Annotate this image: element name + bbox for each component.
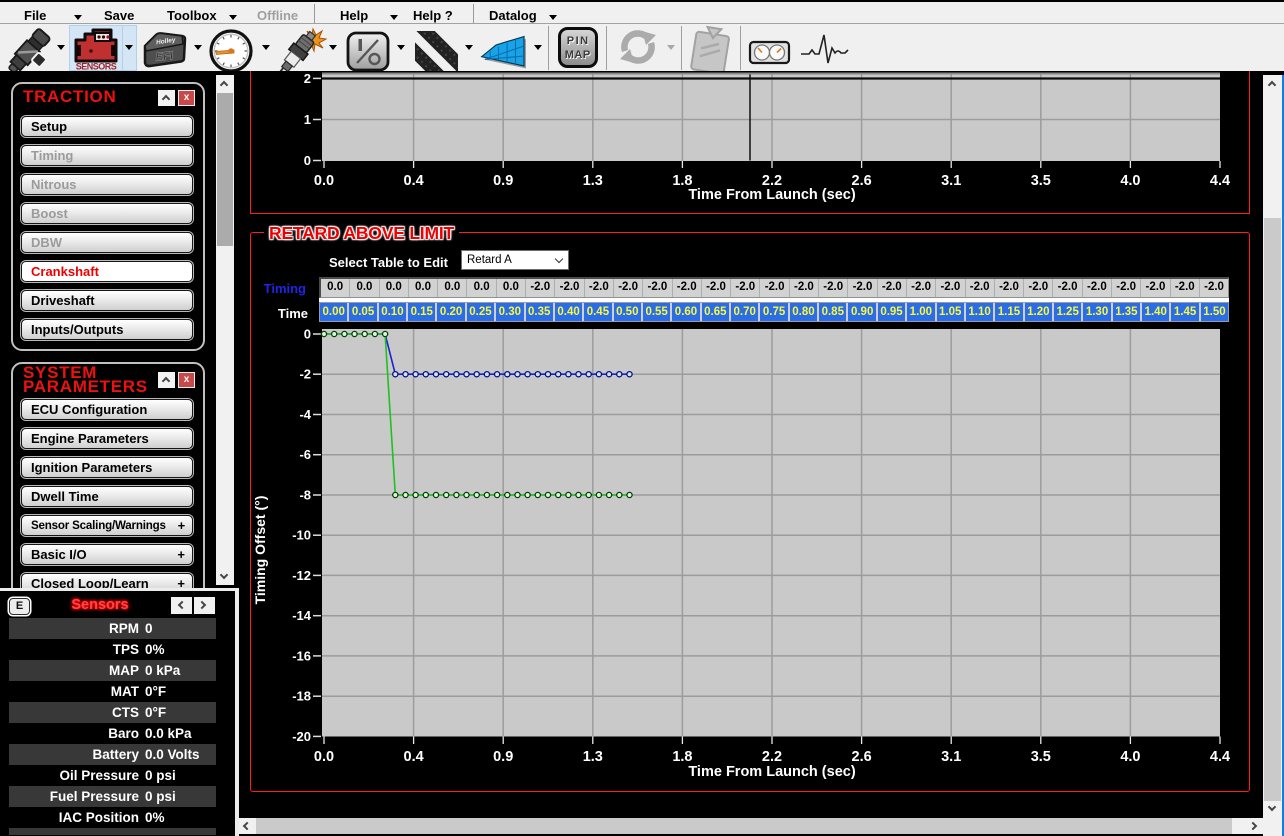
svg-text:-8: -8	[299, 488, 311, 503]
svg-text:1.3: 1.3	[583, 749, 603, 765]
svg-text:0: 0	[304, 153, 311, 168]
svg-text:0.9: 0.9	[493, 749, 513, 765]
svg-text:3.1: 3.1	[941, 749, 961, 765]
svg-text:Time From Launch (sec): Time From Launch (sec)	[688, 764, 855, 780]
svg-text:0: 0	[304, 327, 311, 342]
svg-text:4.4: 4.4	[1210, 749, 1230, 765]
svg-text:EFI: EFI	[155, 50, 175, 64]
svg-text:-2: -2	[299, 367, 311, 382]
svg-text:0.0: 0.0	[314, 173, 334, 189]
svg-text:3.5: 3.5	[1031, 749, 1051, 765]
svg-text:0.4: 0.4	[404, 173, 424, 189]
svg-text:Time From Launch (sec): Time From Launch (sec)	[688, 187, 855, 203]
svg-text:1.8: 1.8	[672, 749, 692, 765]
svg-text:-18: -18	[292, 689, 311, 704]
svg-text:-6: -6	[299, 447, 311, 462]
svg-text:SENSORS: SENSORS	[76, 62, 117, 72]
svg-text:1: 1	[304, 112, 311, 127]
svg-text:-10: -10	[292, 528, 311, 543]
svg-text:2.6: 2.6	[852, 749, 872, 765]
svg-text:0.0: 0.0	[314, 749, 334, 765]
svg-text:1.3: 1.3	[583, 173, 603, 189]
svg-text:-14: -14	[292, 608, 312, 623]
svg-text:3.1: 3.1	[941, 173, 961, 189]
svg-text:Timing Offset (°): Timing Offset (°)	[252, 496, 268, 605]
svg-text:MAP: MAP	[565, 49, 591, 61]
svg-text:2.2: 2.2	[762, 749, 782, 765]
svg-text:4.0: 4.0	[1120, 173, 1140, 189]
svg-text:-4: -4	[299, 407, 311, 422]
svg-text:0.9: 0.9	[493, 173, 513, 189]
svg-text:PIN: PIN	[567, 35, 590, 47]
svg-text:0.4: 0.4	[404, 749, 424, 765]
svg-text:-16: -16	[292, 648, 311, 663]
svg-text:3.5: 3.5	[1031, 173, 1051, 189]
svg-text:-20: -20	[292, 729, 311, 744]
svg-text:2: 2	[304, 72, 311, 86]
svg-text:4.0: 4.0	[1120, 749, 1140, 765]
svg-text:4.4: 4.4	[1210, 173, 1230, 189]
svg-text:-12: -12	[292, 568, 311, 583]
